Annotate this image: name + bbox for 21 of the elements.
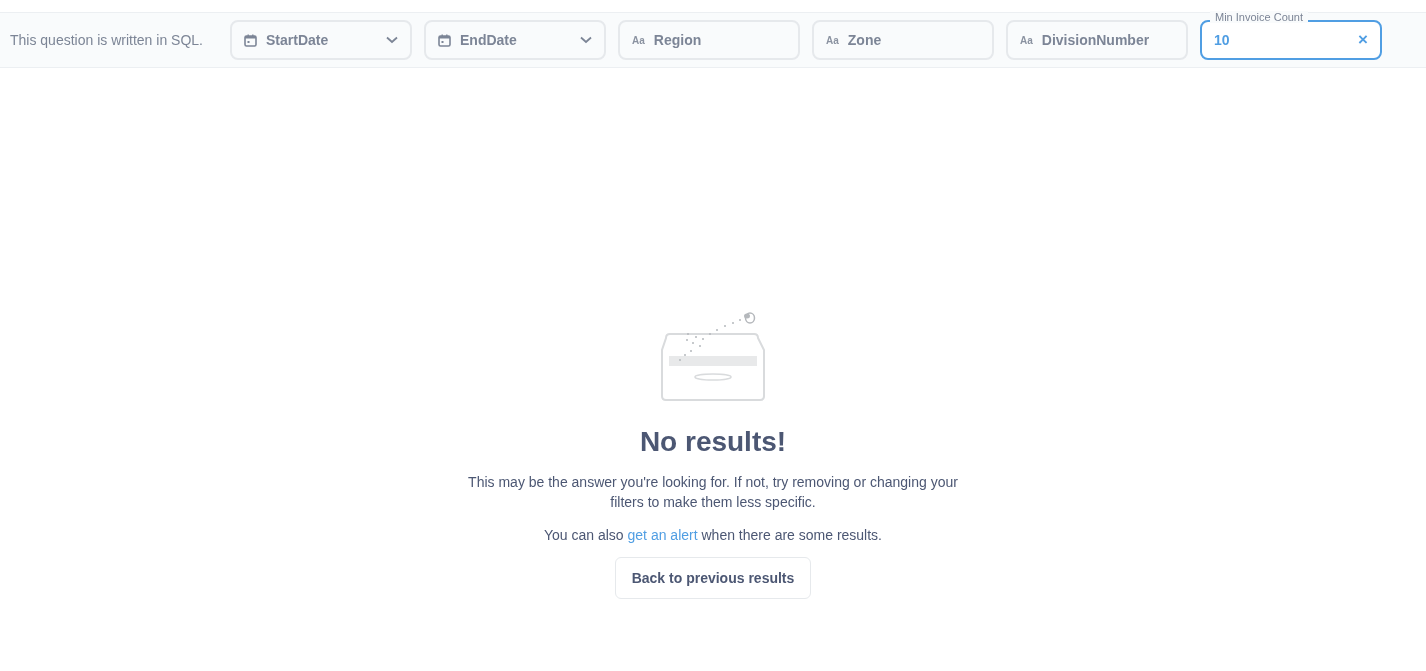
alert-hint: You can also get an alert when there are some results. — [543, 526, 882, 545]
text-type-icon: Aa — [826, 34, 839, 46]
no-results-message: This may be the answer you're looking for. If not, try removing or changing your filters to make them less specific. — [468, 473, 958, 512]
filter-label: Min Invoice Count — [1210, 11, 1309, 23]
calendar-icon — [438, 33, 451, 47]
text-type-icon: Aa — [632, 34, 645, 46]
chevron-down-icon — [580, 36, 592, 44]
calendar-icon — [244, 33, 257, 47]
get-alert-link[interactable]: get an alert — [627, 527, 698, 543]
back-button[interactable]: Back to previous results — [614, 557, 812, 599]
chevron-down-icon — [386, 36, 398, 44]
number-filter-field[interactable]: 10 × — [1200, 20, 1382, 60]
sql-note: This question is written in SQL. — [10, 32, 204, 48]
clear-button[interactable]: × — [1358, 30, 1368, 50]
text-filter[interactable]: Aa Region — [618, 20, 800, 60]
text-filter[interactable]: Aa DivisionNumber — [1006, 20, 1188, 60]
date-filter[interactable]: StartDate — [230, 20, 412, 60]
no-results-heading: No results! — [639, 426, 787, 458]
text-type-icon: Aa — [1020, 34, 1033, 46]
date-filter[interactable]: EndDate — [424, 20, 606, 60]
text-filter[interactable]: Aa Zone — [812, 20, 994, 60]
